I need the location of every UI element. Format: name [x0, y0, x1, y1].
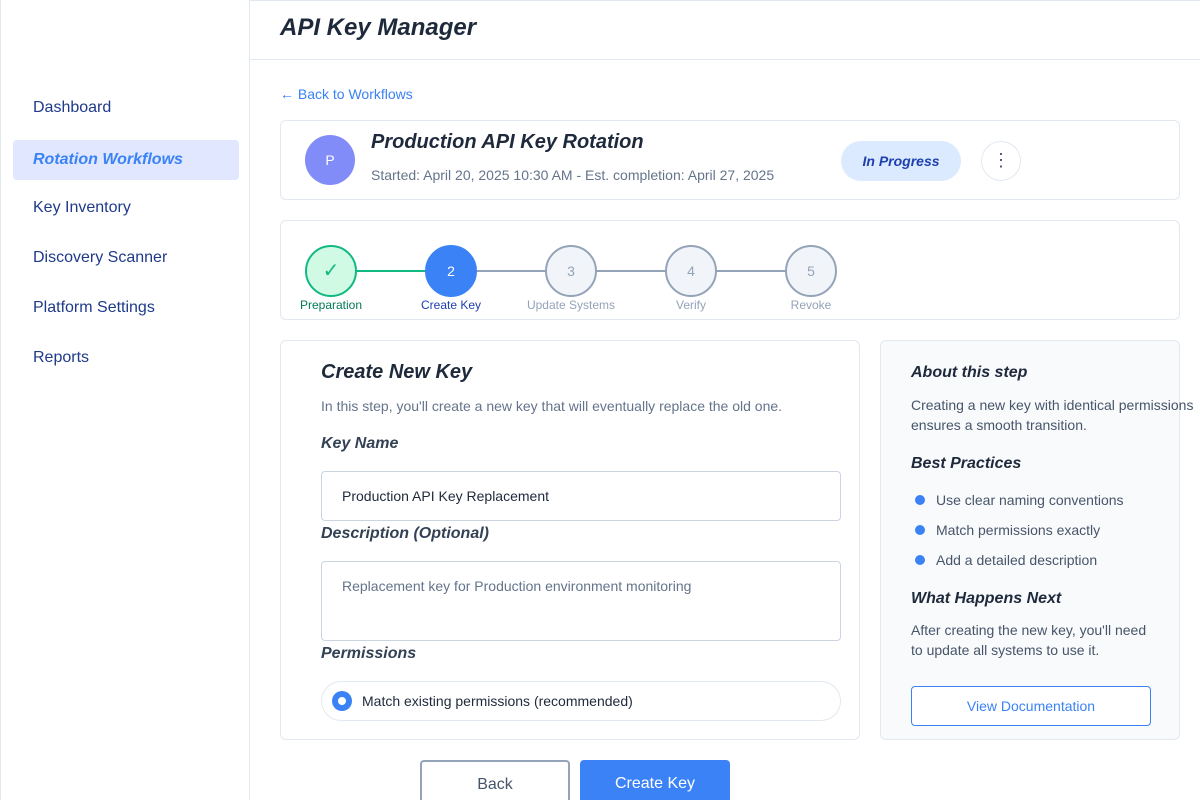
- radio-selected-icon[interactable]: [332, 691, 352, 711]
- form-title: Create New Key: [321, 361, 473, 383]
- sidebar-item-rotation-workflows[interactable]: Rotation Workflows: [13, 140, 239, 180]
- description-textarea[interactable]: Replacement key for Production environme…: [321, 561, 841, 641]
- sidebar-item-key-inventory[interactable]: Key Inventory: [13, 188, 239, 228]
- about-step-text: Creating a new key with identical permis…: [911, 397, 1194, 433]
- description-label: Description (Optional): [321, 525, 489, 542]
- best-practice-item: Use clear naming conventions: [936, 492, 1124, 508]
- sidebar-item-dashboard[interactable]: Dashboard: [13, 88, 239, 128]
- back-button[interactable]: Back: [420, 760, 570, 800]
- step-1-check-icon: ✓: [305, 245, 357, 297]
- more-options-button[interactable]: ⋮: [981, 141, 1021, 181]
- sidebar-item-reports[interactable]: Reports: [13, 338, 239, 378]
- step-2-circle: 2: [425, 245, 477, 297]
- step-1-label: Preparation: [299, 298, 363, 312]
- step-progress: ✓ 2 3 4 5 Preparation Create Key Update …: [280, 220, 1180, 320]
- best-practice-item: Add a detailed description: [936, 552, 1098, 568]
- key-name-label: Key Name: [321, 435, 399, 452]
- key-name-input[interactable]: [321, 471, 841, 521]
- permissions-label: Permissions: [321, 645, 417, 662]
- sidebar-item-platform-settings[interactable]: Platform Settings: [13, 288, 239, 328]
- back-to-workflows-link[interactable]: ← Back to Workflows: [280, 86, 413, 102]
- bullet-icon: [915, 555, 925, 565]
- sidebar-item-discovery-scanner[interactable]: Discovery Scanner: [13, 238, 239, 278]
- view-documentation-button[interactable]: View Documentation: [911, 686, 1151, 726]
- more-vertical-icon: ⋮: [992, 150, 1010, 170]
- permissions-option-label: Match existing permissions (recommended): [362, 693, 633, 709]
- what-happens-next-text: After creating the new key, you'll need …: [911, 622, 1147, 658]
- workflow-meta: Started: April 20, 2025 10:30 AM - Est. …: [371, 167, 775, 183]
- create-key-button[interactable]: Create Key: [580, 760, 730, 800]
- workflow-summary-card: P Production API Key Rotation Started: A…: [280, 120, 1180, 200]
- create-key-form: Create New Key In this step, you'll crea…: [280, 340, 860, 740]
- step-5-circle: 5: [785, 245, 837, 297]
- best-practice-item: Match permissions exactly: [936, 522, 1101, 538]
- form-description: In this step, you'll create a new key th…: [321, 398, 783, 414]
- best-practices-heading: Best Practices: [911, 455, 1022, 472]
- avatar: P: [305, 135, 355, 185]
- step-info-panel: About this step Creating a new key with …: [880, 340, 1193, 740]
- step-2-label: Create Key: [420, 298, 482, 312]
- step-4-circle: 4: [665, 245, 717, 297]
- step-4-label: Verify: [675, 298, 706, 312]
- sidebar: Dashboard Rotation Workflows Key Invento…: [0, 0, 250, 800]
- step-3-label: Update Systems: [526, 298, 616, 312]
- page-header: API Key Manager: [250, 0, 1200, 60]
- app-root: Dashboard Rotation Workflows Key Invento…: [0, 0, 1200, 800]
- permissions-radio-option[interactable]: Match existing permissions (recommended): [321, 681, 841, 721]
- workflow-title: Production API Key Rotation: [371, 131, 644, 153]
- bullet-icon: [915, 495, 925, 505]
- step-5-label: Revoke: [790, 298, 832, 312]
- about-step-heading: About this step: [911, 364, 1028, 381]
- what-happens-next-heading: What Happens Next: [911, 590, 1062, 607]
- step-3-circle: 3: [545, 245, 597, 297]
- bullet-icon: [915, 525, 925, 535]
- page-title: API Key Manager: [280, 14, 477, 41]
- status-badge: In Progress: [841, 141, 961, 181]
